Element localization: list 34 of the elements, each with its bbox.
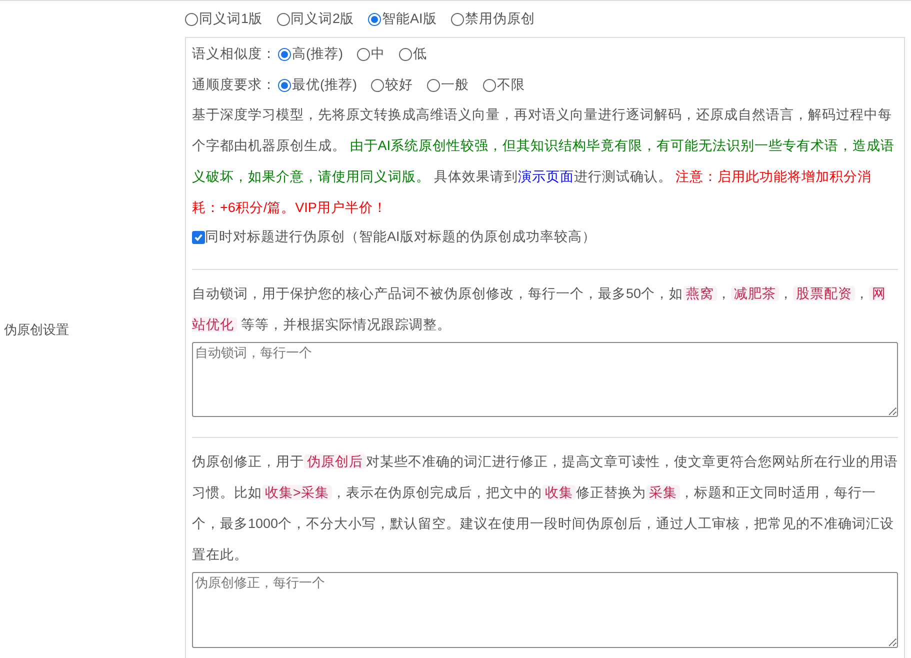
option-label[interactable]: 高(推荐) xyxy=(292,44,343,65)
similarity-label: 语义相似度： xyxy=(192,45,276,64)
radio-button[interactable] xyxy=(371,78,384,92)
auto-lock-description: 自动锁词，用于保护您的核心产品词不被伪原创修改，每行一个，最多50个，如 燕窝 ， 减肥茶 ， 股票配资 ， 网站优化 等等，并根据实际情况跟踪调整。 xyxy=(192,285,888,334)
radio-button[interactable] xyxy=(276,12,290,26)
demo-page-link[interactable]: 演示页面 xyxy=(518,169,574,184)
option-label[interactable]: 同义词1版 xyxy=(199,8,263,30)
radio-button[interactable] xyxy=(399,48,412,61)
checkbox[interactable] xyxy=(192,230,205,244)
radio-button[interactable] xyxy=(185,12,198,26)
option-label[interactable]: 低 xyxy=(413,44,427,65)
option-label[interactable]: 中 xyxy=(371,44,385,65)
auto-lock-field[interactable]: 自动锁词，每行一个 xyxy=(192,342,898,417)
radio-button[interactable] xyxy=(427,78,440,92)
option-label[interactable]: 不限 xyxy=(497,74,525,96)
title-option-label[interactable]: 同时对标题进行伪原创（智能AI版对标题的伪原创成功率较高） xyxy=(205,226,596,248)
option-label[interactable]: 智能AI版 xyxy=(382,8,437,30)
option-label[interactable]: 较好 xyxy=(385,74,413,96)
radio-button[interactable] xyxy=(278,78,291,92)
radio-button[interactable] xyxy=(368,12,382,26)
check-icon xyxy=(194,232,203,242)
radio-button[interactable] xyxy=(357,48,370,61)
option-label[interactable]: 禁用伪原创 xyxy=(464,8,535,30)
ai-description: 基于深度学习模型，先将原文转换成高维语义向量，再对语义向量进行逐词解码，还原成自然语言，解码过程中每个字都由机器原创生成。 由于AI系统原创性较强，但其知识结构毕竟有限，有可能无法识别一些专有术语，造成语义破坏，如果介意，请使用同义词版。 具体效果请到演示页面进行测试确认。 注意：启用此功能将增加积分消耗：+6积分/篇。VIP用户半价！ xyxy=(192,106,896,217)
radio-button[interactable] xyxy=(278,48,291,61)
radio-button[interactable] xyxy=(483,78,496,92)
correction-description: 伪原创修正，用于 伪原创后 对某些不准确的词汇进行修正，提高文章可读性，使文章更符合您网站所在行业的用语习惯。比如 收集>采集 ，表示在伪原创完成后，把文中的 收集 修正替换为 采集 ，标题和正文同时适用，每行一个，最多1000个，不分大小写，默认留空。建议在使用一段时间伪原创后，通过人工审核，把常见的不准确词汇设置在此。 xyxy=(192,453,898,564)
option-label[interactable]: 一般 xyxy=(441,74,469,96)
option-label[interactable]: 同义词2版 xyxy=(290,8,354,30)
radio-button[interactable] xyxy=(450,12,464,26)
settings-label: 伪原创设置 xyxy=(3,320,69,339)
option-label[interactable]: 最优(推荐) xyxy=(292,74,357,96)
fluency-label: 通顺度要求： xyxy=(192,76,276,94)
correction-field[interactable]: 伪原创修正，每行一个 xyxy=(192,572,898,648)
